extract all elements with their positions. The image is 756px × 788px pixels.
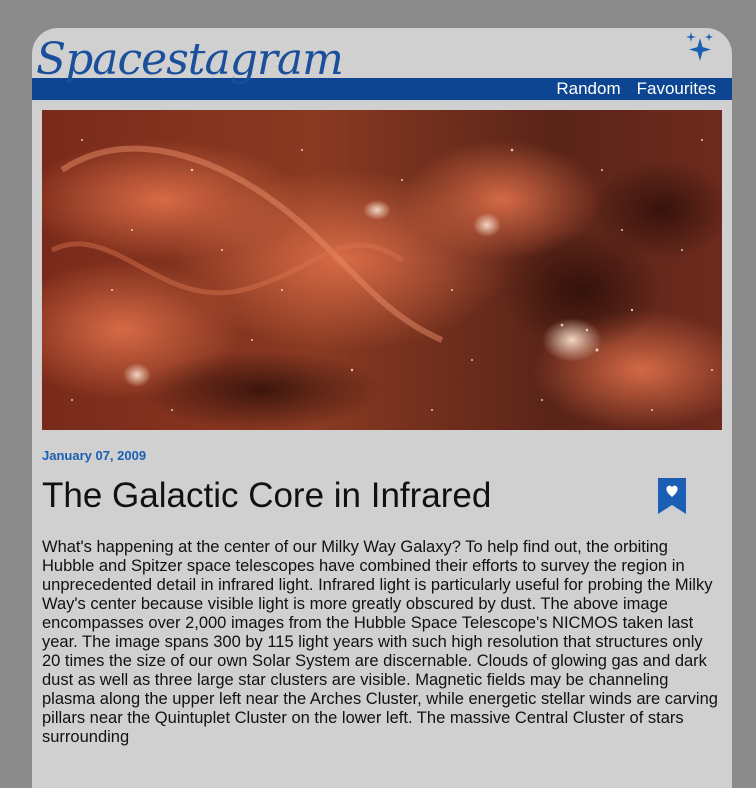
bookmark-heart-icon[interactable] — [656, 476, 688, 516]
post-date: January 07, 2009 — [42, 448, 147, 463]
header: Spacestagram Random Favourites — [32, 28, 732, 100]
app-card: Spacestagram Random Favourites January 0… — [32, 28, 732, 788]
nav-favourites-link[interactable]: Favourites — [637, 79, 716, 99]
app-logo[interactable]: Spacestagram — [36, 30, 344, 90]
post-explanation: What's happening at the center of our Mi… — [42, 538, 718, 746]
apod-image — [42, 110, 722, 430]
nav-random-link[interactable]: Random — [556, 79, 620, 99]
post-title: The Galactic Core in Infrared — [42, 476, 492, 515]
sparkles-icon — [686, 32, 713, 61]
